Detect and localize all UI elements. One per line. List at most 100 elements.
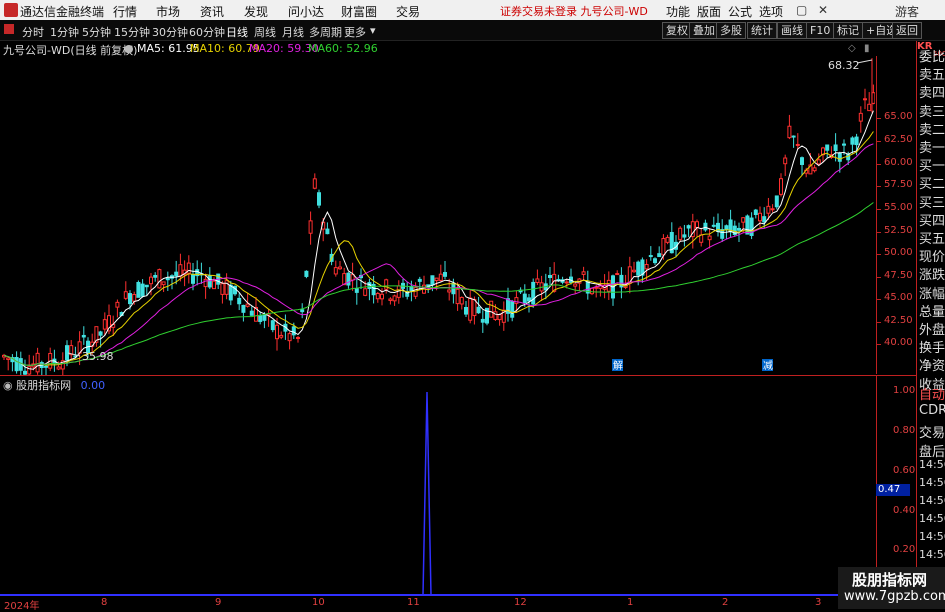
menu-icon[interactable]	[4, 24, 14, 34]
candle-body	[123, 291, 128, 299]
back-button[interactable]: 返回	[892, 22, 922, 39]
candle-body	[438, 273, 443, 281]
candle-body	[497, 314, 502, 321]
side-panel-field: 14:56	[919, 548, 945, 561]
indicator-chart[interactable]	[0, 376, 875, 596]
menu-formula[interactable]: 公式	[728, 3, 752, 20]
candle-body	[128, 293, 132, 305]
candle-body	[417, 278, 422, 282]
dropdown-icon[interactable]: ▾	[370, 24, 376, 37]
ma20-line	[3, 143, 874, 366]
menu-item-markets[interactable]: 市场	[156, 3, 180, 20]
x-tick-label: 2024年	[4, 601, 40, 612]
candle-body	[724, 225, 729, 231]
candle-body	[590, 287, 594, 295]
candle-body	[56, 366, 61, 370]
fq-button[interactable]: 复权	[662, 22, 692, 39]
y-tick-label: 45.00	[884, 292, 913, 303]
candle-body	[44, 365, 48, 368]
y-tick-label: 52.50	[884, 225, 913, 236]
period-multi[interactable]: 多周期	[309, 24, 342, 40]
period-30min[interactable]: 30分钟	[152, 24, 188, 40]
stats-button[interactable]: 统计	[747, 22, 777, 39]
y-tick-label: 60.00	[884, 157, 913, 168]
low-price-label: 35.98	[82, 350, 114, 363]
candle-body	[178, 264, 183, 277]
candle-body	[581, 271, 586, 275]
restore-icon[interactable]: ▢	[796, 3, 807, 17]
period-5min[interactable]: 5分钟	[82, 24, 111, 40]
menu-options[interactable]: 选项	[759, 3, 783, 20]
candle-body	[380, 293, 384, 300]
candle-body	[144, 284, 149, 288]
candle-body	[258, 315, 263, 322]
watermark-name: 股朋指标网	[852, 571, 928, 589]
menu-function[interactable]: 功能	[666, 3, 690, 20]
candle-body	[220, 283, 225, 295]
period-15min[interactable]: 15分钟	[114, 24, 150, 40]
candle-body	[762, 216, 767, 223]
mark-button[interactable]: 标记	[833, 22, 863, 39]
side-panel-field: 卖一	[919, 141, 945, 156]
panel-toggle-icon[interactable]: ▮	[864, 43, 870, 54]
side-panel-field: 卖五	[919, 68, 945, 84]
side-panel-field: 总量	[919, 304, 945, 320]
candle-body	[837, 152, 842, 162]
candle-body	[228, 284, 233, 301]
y-tick-label: 42.50	[884, 315, 913, 326]
candle-body	[443, 272, 447, 277]
menu-item-news[interactable]: 资讯	[200, 3, 224, 20]
f10-button[interactable]: F10	[806, 22, 835, 39]
marker-reduce-label: 减	[763, 360, 773, 372]
menu-layout[interactable]: 版面	[697, 3, 721, 20]
menu-item-fortune[interactable]: 财富圈	[341, 3, 377, 20]
candle-body	[333, 267, 338, 275]
candle-body	[737, 227, 741, 231]
multi-stock-button[interactable]: 多股	[716, 22, 746, 39]
candle-body	[791, 135, 796, 138]
side-panel-field: CDR	[919, 403, 945, 418]
candle-body	[535, 278, 540, 283]
period-timeshare[interactable]: 分时	[22, 24, 44, 40]
x-tick-label: 3	[815, 597, 822, 608]
x-tick-label: 11	[407, 597, 420, 608]
candle-body	[825, 144, 830, 151]
candle-body	[858, 112, 863, 122]
y-tick-mark	[876, 322, 881, 323]
candle-body	[514, 297, 519, 304]
candle-body	[203, 278, 208, 288]
candle-body	[392, 295, 397, 302]
diamond-icon[interactable]: ◇	[848, 43, 856, 54]
candle-body	[136, 281, 141, 298]
guest-label[interactable]: 游客	[895, 3, 919, 20]
candle-body	[224, 280, 229, 295]
period-more[interactable]: 更多	[344, 24, 366, 40]
x-tick-label: 8	[101, 597, 108, 608]
y-tick-mark	[876, 277, 881, 278]
ma5-line	[3, 110, 874, 370]
period-monthly[interactable]: 月线	[282, 24, 304, 40]
menu-item-ask[interactable]: 问小达	[288, 3, 324, 20]
period-weekly[interactable]: 周线	[254, 24, 276, 40]
period-1min[interactable]: 1分钟	[50, 24, 79, 40]
menu-item-discover[interactable]: 发现	[244, 3, 268, 20]
candle-body	[342, 273, 347, 286]
side-panel-field: 净资	[919, 359, 945, 375]
candle-body	[548, 274, 552, 278]
x-tick-label: 10	[312, 597, 325, 608]
candle-body	[354, 288, 359, 293]
close-icon[interactable]: ✕	[818, 3, 828, 17]
period-daily[interactable]: 日线	[226, 24, 248, 40]
candle-body	[300, 309, 305, 313]
menu-item-market[interactable]: 行情	[113, 3, 137, 20]
menu-item-trade[interactable]: 交易	[396, 3, 420, 20]
candle-body	[165, 277, 170, 281]
candle-body	[480, 318, 485, 323]
draw-button[interactable]: 画线	[777, 22, 807, 39]
candle-body	[249, 310, 254, 316]
candlestick-chart[interactable]: 68.32 35.98 解 减 ◇	[0, 56, 875, 376]
period-60min[interactable]: 60分钟	[189, 24, 225, 40]
candle-body	[510, 301, 515, 318]
overlay-button[interactable]: 叠加	[689, 22, 719, 39]
side-panel-field: 涨幅	[919, 286, 945, 302]
